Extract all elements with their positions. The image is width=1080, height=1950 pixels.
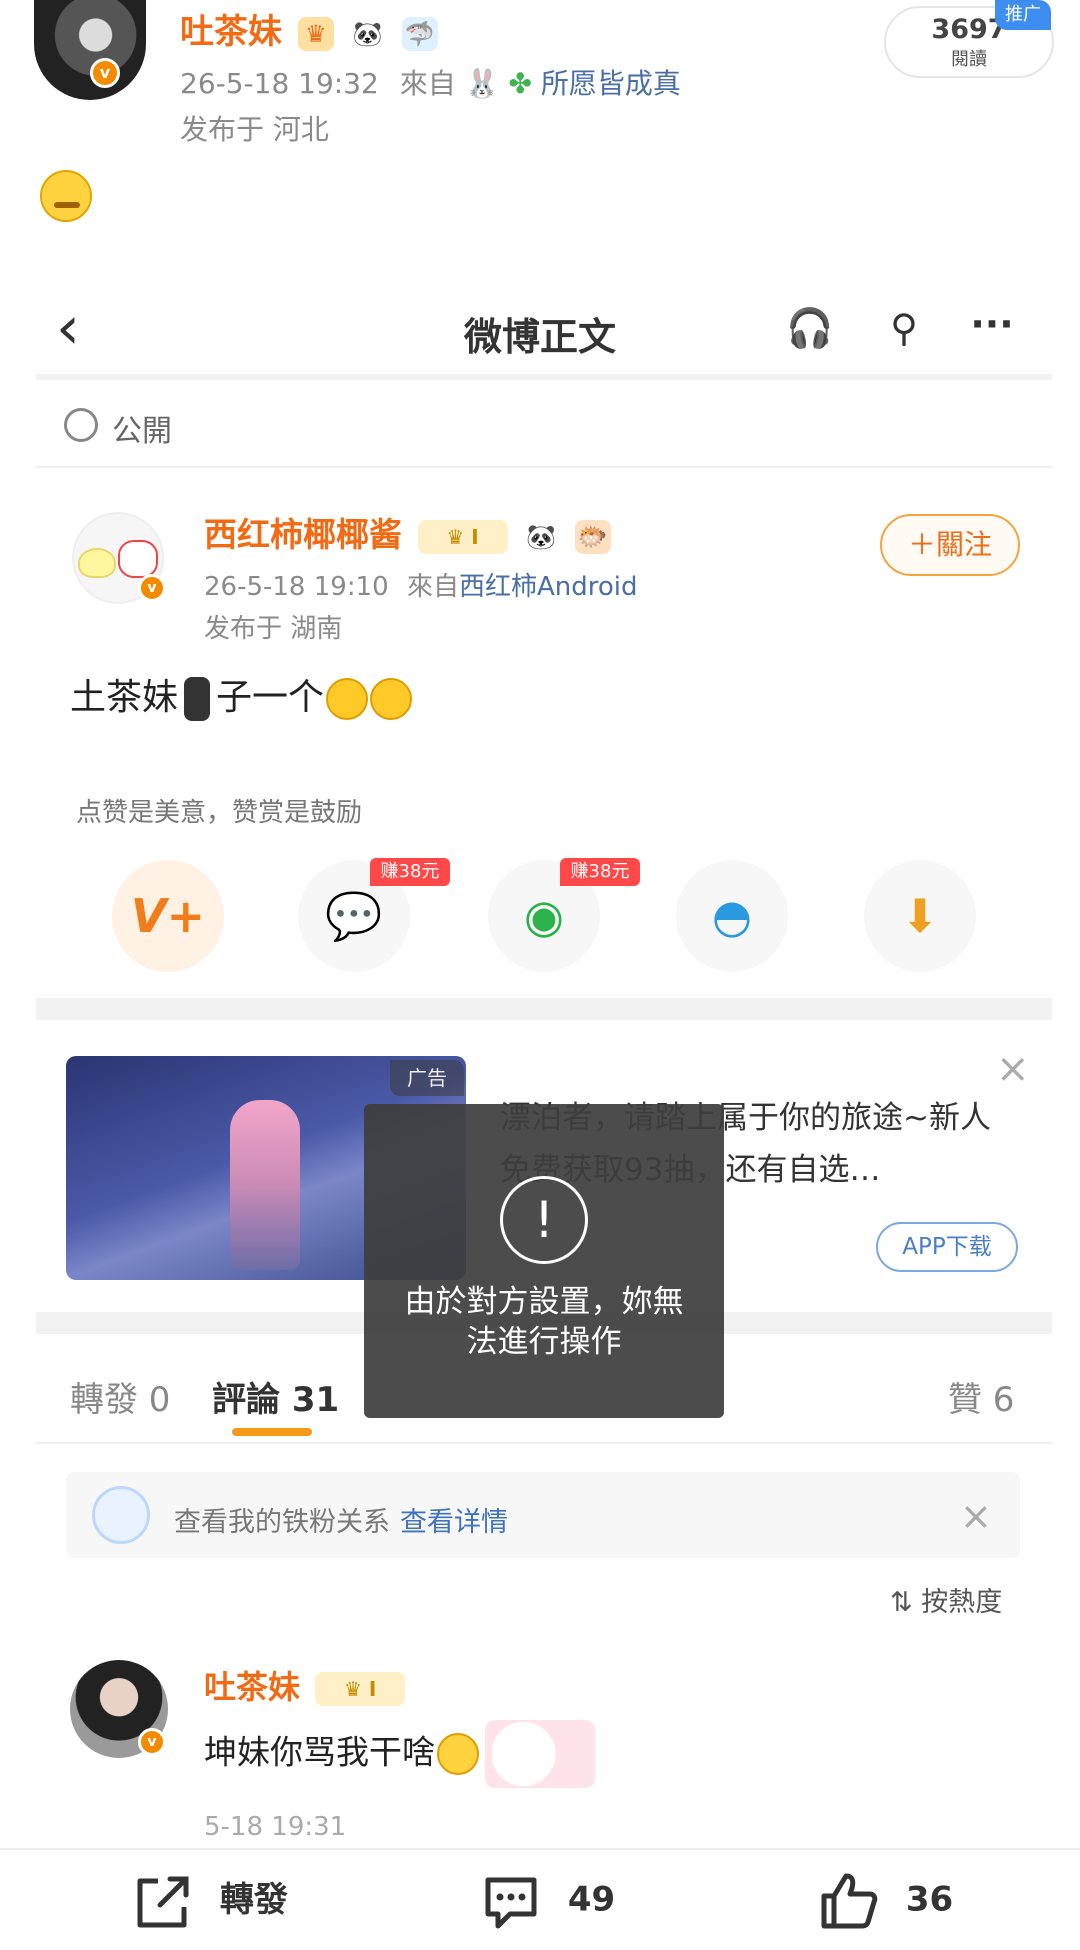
fan-relation-link[interactable]: 查看详情 [400, 1507, 508, 1538]
app-download-button[interactable]: APP下载 [876, 1222, 1018, 1272]
active-tab-indicator [232, 1428, 312, 1436]
reward-tip: 点赞是美意，赞赏是鼓励 [76, 798, 363, 828]
inner-author-row: 西红柿椰椰酱 ♛ I 🐼 🐡 [204, 508, 611, 556]
post-timestamp: 26-5-18 19:32 [180, 67, 379, 100]
close-icon[interactable]: × [996, 1046, 1030, 1092]
promo-tag[interactable]: 推广 [995, 0, 1051, 30]
chick-icon [78, 548, 116, 578]
earn-badge: 赚38元 [560, 858, 640, 886]
inner-verified-badge: v [138, 574, 166, 602]
fan-relation-text: 查看我的铁粉关系 查看详情 [174, 1500, 508, 1539]
comment-count: 49 [567, 1879, 616, 1920]
inner-post-timestamp: 26-5-18 19:10 [204, 572, 389, 602]
author-name[interactable]: 吐茶妹 [180, 12, 282, 52]
visibility-row [36, 386, 1052, 468]
author-avatar[interactable] [34, 0, 146, 100]
listen-icon[interactable]: 🎧 [776, 296, 844, 360]
post-location: 发布于 河北 [180, 113, 329, 146]
santa-icon [118, 540, 158, 578]
laugh-cry-icon [370, 678, 413, 720]
section-divider [36, 998, 1052, 1020]
sort-toggle[interactable]: ⇅ 按熱度 [890, 1580, 1002, 1619]
toast-line-1: 由於對方設置，妳無 [404, 1284, 684, 1320]
crown-icon: ♛ [297, 16, 334, 51]
author-name-row: 吐茶妹 ♛ 🐼 🦈 [180, 4, 438, 53]
comment-time: 5-18 19:31 [204, 1812, 347, 1842]
close-icon[interactable]: × [960, 1494, 992, 1538]
laugh-cry-icon [326, 678, 369, 720]
hello-kitty-sticker-icon [485, 1720, 595, 1788]
reward-icon[interactable]: V+ [112, 860, 224, 972]
tab-comment[interactable]: 評論 31 [212, 1372, 339, 1421]
earn-badge: 赚38元 [370, 858, 450, 886]
visibility-label: 公開 [112, 414, 172, 449]
inner-post-text: 土茶妹 子一个 [70, 668, 413, 721]
crown-level-icon: ♛ I [315, 1672, 406, 1706]
tab-repost[interactable]: 轉發 0 [70, 1372, 170, 1421]
comment-icon [485, 1877, 537, 1929]
thinking-emoji-icon [40, 170, 92, 222]
toast-message: 由於對方設置，妳無 法進行操作 [384, 1282, 704, 1362]
alert-icon: ! [500, 1176, 588, 1264]
commenter-row: 吐茶妹 ♛ I [204, 1662, 406, 1708]
ad-tag: 广告 [390, 1060, 464, 1096]
search-icon[interactable]: ⚲ [870, 296, 938, 360]
page-title: 微博正文 [463, 315, 616, 359]
like-button[interactable]: 36 [818, 1872, 953, 1930]
share-icon [137, 1876, 189, 1927]
post-source[interactable]: 所愿皆成真 [541, 67, 681, 100]
clover-icon: ✤ [508, 67, 532, 100]
watch-icon [184, 677, 211, 721]
qq-icon[interactable]: ◓ [676, 860, 788, 972]
inner-author-name[interactable]: 西红柿椰椰酱 [204, 515, 402, 554]
shark-icon: 🦈 [401, 16, 438, 51]
toast-line-2: 法進行操作 [466, 1324, 622, 1360]
tab-like[interactable]: 贊 6 [948, 1372, 1014, 1421]
panda-icon: 🐼 [526, 522, 556, 551]
thumbs-up-icon [821, 1873, 878, 1929]
post-text-part1: 土茶妹 [70, 677, 179, 718]
source-prefix: 來自 [399, 67, 456, 100]
comment-text-row: 坤妹你骂我干啥 [204, 1720, 595, 1788]
inner-post-location: 发布于 湖南 [204, 614, 343, 644]
like-count: 36 [905, 1879, 954, 1920]
inner-source-prefix: 來自 [406, 572, 459, 602]
read-label: 閱讀 [951, 49, 987, 70]
globe-icon [64, 408, 98, 442]
repost-label: 轉發 [219, 1880, 288, 1920]
sort-icon: ⇅ [890, 1587, 913, 1618]
post-text-part2: 子一个 [216, 677, 325, 718]
ad-character-image [230, 1100, 300, 1270]
post-meta: 26-5-18 19:32 來自 🐰 ✤ 所愿皆成真 [180, 62, 681, 102]
panda-icon: 🐼 [349, 16, 386, 51]
inner-post-source[interactable]: 西红柿Android [459, 572, 638, 602]
rabbit-icon: 🐰 [464, 67, 500, 100]
tabs-divider [36, 1442, 1052, 1444]
sort-label: 按熱度 [921, 1587, 1003, 1618]
save-image-icon[interactable]: ⬇ [864, 860, 976, 972]
thinking-emoji-icon [437, 1733, 479, 1775]
diamond-icon [92, 1486, 150, 1544]
follow-button[interactable]: ＋關注 [880, 514, 1020, 576]
back-icon[interactable]: ‹ [56, 298, 104, 358]
comment-text: 坤妹你骂我干啥 [204, 1732, 435, 1772]
commenter-name[interactable]: 吐茶妹 [204, 1668, 300, 1706]
more-icon[interactable]: ··· [958, 292, 1026, 356]
commenter-verified-badge: v [138, 1728, 166, 1756]
inner-post-meta: 26-5-18 19:10 來自西红柿Android [204, 566, 637, 603]
repost-button[interactable]: 轉發 [132, 1872, 288, 1931]
crown-level-icon: ♛ I [417, 519, 508, 554]
fish-icon: 🐡 [574, 519, 611, 554]
verified-badge: v [90, 58, 120, 88]
comment-button[interactable]: 49 [480, 1872, 615, 1930]
fan-relation-label: 查看我的铁粉关系 [174, 1507, 390, 1538]
